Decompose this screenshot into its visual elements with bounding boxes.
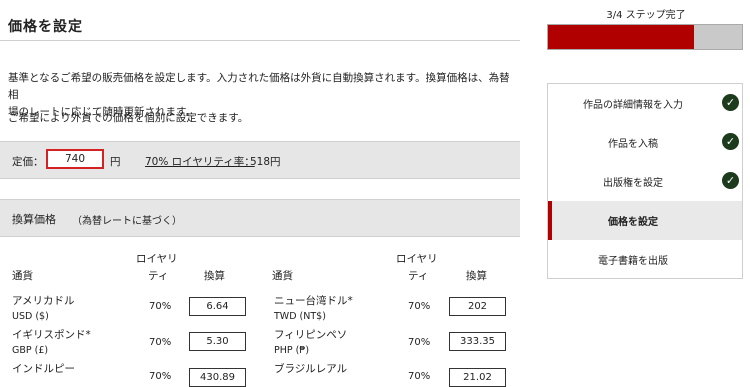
list-price-section: 定価： 740 円 70% ロイヤリティ率： 518円 <box>0 141 520 179</box>
royalty-percent: 70% <box>149 301 172 312</box>
exchange-rate-note: （為替レートに基づく） <box>72 216 182 227</box>
step-enter-details[interactable]: 作品の詳細情報を入力 ✓ <box>548 84 742 123</box>
currency-name: フィリピンペソ PHP (₱) <box>274 329 348 356</box>
converted-price-input[interactable]: 333.35 <box>449 332 506 351</box>
step-label: 出版権を設定 <box>603 178 663 189</box>
check-circle-icon: ✓ <box>722 172 739 189</box>
converted-price-input[interactable]: 6.64 <box>189 297 246 316</box>
currency-name: アメリカドル USD ($) <box>12 295 75 322</box>
list-price-input[interactable]: 740 <box>46 149 104 169</box>
page-title: 価格を設定 <box>8 19 83 35</box>
royalty-header-right-2: ティ <box>408 270 429 282</box>
step-publish-ebook[interactable]: 電子書籍を出版 <box>548 240 742 279</box>
list-price-label: 定価： <box>12 156 44 168</box>
royalty-percent: 70% <box>149 337 172 348</box>
title-divider <box>0 40 520 41</box>
step-list: 作品の詳細情報を入力 ✓ 作品を入稿 ✓ 出版権を設定 ✓ 価格を設定 電子書籍… <box>547 83 743 279</box>
currency-header-right: 通貨 <box>272 270 293 282</box>
royalty-percent: 70% <box>408 337 431 348</box>
check-circle-icon: ✓ <box>722 94 739 111</box>
converted-price-header: 換算価格 （為替レートに基づく） <box>0 199 520 237</box>
step-label: 電子書籍を出版 <box>598 256 668 267</box>
converted-price-input[interactable]: 21.02 <box>449 368 506 387</box>
currency-name: イギリスポンド* GBP (£) <box>12 329 91 356</box>
step-label: 作品を入稿 <box>608 139 658 150</box>
converted-price-input[interactable]: 5.30 <box>189 332 246 351</box>
royalty-percent: 70% <box>408 301 431 312</box>
currency-name: インドルピー <box>12 363 75 375</box>
main-panel: 価格を設定 基準となるご希望の販売価格を設定します。入力された価格は外貨に自動換… <box>0 0 522 387</box>
currency-name: ニュー台湾ドル* TWD (NT$) <box>274 295 353 322</box>
converted-price-title: 換算価格 <box>12 213 56 226</box>
royalty-header-left: ロイヤリ <box>136 253 178 265</box>
description-line-3: ご希望により外貨での価格を個別に設定できます。 <box>8 112 249 124</box>
converted-header-right: 換算 <box>466 270 487 282</box>
step-label: 価格を設定 <box>608 217 658 228</box>
converted-header-left: 換算 <box>204 270 225 282</box>
currency-header-left: 通貨 <box>12 270 33 282</box>
progress-bar <box>547 24 743 50</box>
description-line-1: 基準となるご希望の販売価格を設定します。入力された価格は外貨に自動換算されます。… <box>8 72 510 101</box>
royalty-percent: 70% <box>149 371 172 382</box>
converted-price-input[interactable]: 430.89 <box>189 368 246 387</box>
royalty-percent: 70% <box>408 371 431 382</box>
step-label: 作品の詳細情報を入力 <box>583 100 683 111</box>
step-set-price[interactable]: 価格を設定 <box>548 201 742 240</box>
step-set-rights[interactable]: 出版権を設定 ✓ <box>548 162 742 201</box>
royalty-header-right: ロイヤリ <box>396 253 438 265</box>
converted-price-input[interactable]: 202 <box>449 297 506 316</box>
check-circle-icon: ✓ <box>722 133 739 150</box>
progress-bar-fill <box>548 25 694 49</box>
list-price-unit: 円 <box>110 156 121 168</box>
royalty-rate-link[interactable]: 70% ロイヤリティ率： <box>145 154 255 169</box>
royalty-amount: 518円 <box>250 156 281 168</box>
step-upload-content[interactable]: 作品を入稿 ✓ <box>548 123 742 162</box>
progress-label: 3/4 ステップ完了 <box>606 10 686 21</box>
royalty-header-left-2: ティ <box>148 270 169 282</box>
currency-name: ブラジルレアル <box>274 363 348 375</box>
